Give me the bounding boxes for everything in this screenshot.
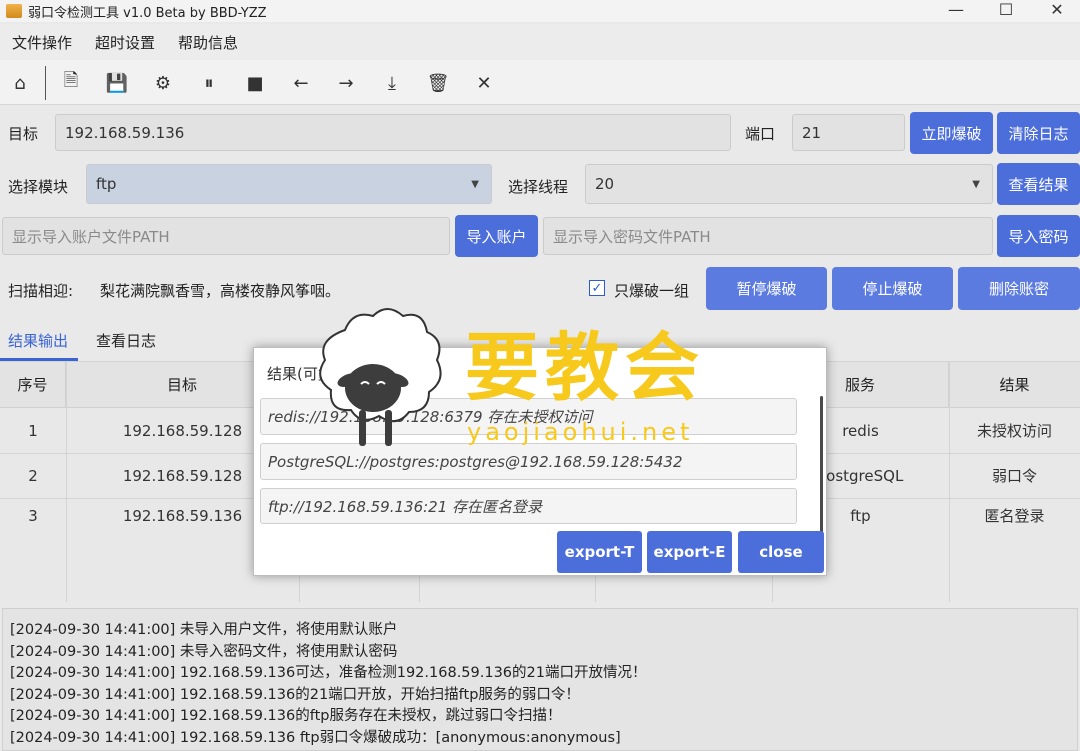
password-file-path-input[interactable]: 显示导入密码文件PATH bbox=[543, 217, 993, 255]
column-header-index: 序号 bbox=[0, 362, 66, 408]
target-input[interactable]: 192.168.59.136 bbox=[55, 114, 731, 151]
chevron-down-icon: ▼ bbox=[972, 178, 980, 190]
module-select-value: ftp bbox=[96, 175, 117, 193]
welcome-label: 扫描相迎: bbox=[8, 282, 74, 300]
pause-icon[interactable]: ⏸ bbox=[194, 68, 224, 98]
window-title: 弱口令检测工具 v1.0 Beta by BBD-YZZ bbox=[28, 5, 267, 21]
maximize-button[interactable]: ☐ bbox=[983, 0, 1029, 22]
table-cell-result: 弱口令 bbox=[991, 467, 1037, 485]
dialog-scrollbar[interactable] bbox=[820, 396, 823, 536]
title-bar: 弱口令检测工具 v1.0 Beta by BBD-YZZ — ☐ ✕ bbox=[0, 0, 1080, 22]
download-icon[interactable]: ⤓ bbox=[377, 68, 407, 98]
table-cell-index: 1 bbox=[28, 421, 38, 440]
toolbar: ⌂ 🗎 💾 ⚙ ⏸ ■ ← → ⤓ 🗑 ✕ bbox=[0, 60, 1080, 105]
result-item[interactable]: ftp://192.168.59.136:21 存在匿名登录 bbox=[260, 488, 797, 524]
thread-label: 选择线程 bbox=[508, 178, 569, 196]
import-user-button[interactable]: 导入账户 bbox=[455, 215, 538, 257]
port-input[interactable]: 21 bbox=[792, 114, 905, 151]
window-close-button[interactable]: ✕ bbox=[1034, 0, 1080, 22]
menu-help[interactable]: 帮助信息 bbox=[178, 32, 238, 53]
only-one-group-checkbox[interactable]: ✓ bbox=[589, 280, 605, 296]
save-icon[interactable]: 💾 bbox=[102, 68, 132, 98]
target-row: 目标 192.168.59.136 端口 21 立即爆破 清除日志 bbox=[0, 106, 1080, 158]
port-label: 端口 bbox=[745, 125, 776, 143]
home-icon[interactable]: ⌂ bbox=[5, 68, 35, 98]
log-line: [2024-09-30 14:41:00] 未导入密码文件，将使用默认密码 bbox=[10, 643, 398, 660]
log-line: [2024-09-30 14:41:00] 192.168.59.136 ftp… bbox=[10, 729, 621, 746]
log-line: [2024-09-30 14:41:00] 未导入用户文件，将使用默认账户 bbox=[10, 622, 398, 638]
menu-bar: 文件操作 超时设置 帮助信息 bbox=[0, 24, 1080, 60]
menu-file[interactable]: 文件操作 bbox=[12, 32, 72, 53]
menu-timeout[interactable]: 超时设置 bbox=[95, 32, 155, 53]
thread-select[interactable]: 20 ▼ bbox=[585, 164, 993, 204]
tab-result-output[interactable]: 结果输出 bbox=[8, 330, 68, 351]
delete-account-button[interactable]: 删除账密 bbox=[958, 267, 1080, 310]
table-cell-result: 未授权访问 bbox=[976, 422, 1052, 440]
poem-text: 梨花满院飘香雪，高楼夜静风筝咽。 bbox=[100, 282, 341, 300]
app-icon bbox=[6, 4, 22, 18]
tab-view-log[interactable]: 查看日志 bbox=[96, 330, 156, 351]
table-cell-index: 3 bbox=[28, 506, 38, 525]
import-row: 显示导入账户文件PATH 导入账户 显示导入密码文件PATH 导入密码 bbox=[0, 210, 1080, 262]
module-row: 选择模块 ftp ▼ 选择线程 20 ▼ 查看结果 bbox=[0, 158, 1080, 210]
chevron-down-icon: ▼ bbox=[471, 178, 479, 190]
target-label: 目标 bbox=[8, 125, 39, 143]
module-label: 选择模块 bbox=[8, 178, 69, 196]
result-item[interactable]: PostgreSQL://postgres:postgres@192.168.5… bbox=[260, 443, 797, 480]
result-item[interactable]: redis://192.168.59.128:6379 存在未授权访问 bbox=[260, 398, 797, 435]
file-icon[interactable]: 🗎 bbox=[56, 68, 86, 98]
user-file-path-input[interactable]: 显示导入账户文件PATH bbox=[2, 217, 450, 255]
table-cell-index: 2 bbox=[28, 466, 38, 485]
arrow-right-icon[interactable]: → bbox=[331, 68, 361, 98]
import-password-button[interactable]: 导入密码 bbox=[997, 215, 1080, 257]
pause-attack-button[interactable]: 暂停爆破 bbox=[706, 267, 827, 310]
stop-icon[interactable]: ■ bbox=[240, 68, 270, 98]
module-select[interactable]: ftp ▼ bbox=[86, 164, 492, 204]
log-line: [2024-09-30 14:41:00] 192.168.59.136可达，准… bbox=[10, 665, 647, 682]
clear-log-button[interactable]: 清除日志 bbox=[997, 112, 1080, 154]
column-header-result: 结果 bbox=[949, 362, 1080, 408]
attack-now-button[interactable]: 立即爆破 bbox=[910, 112, 993, 154]
gear-icon[interactable]: ⚙ bbox=[148, 68, 178, 98]
toolbar-separator bbox=[45, 66, 46, 100]
dialog-title: 结果(可复制) bbox=[267, 365, 354, 383]
log-line: [2024-09-30 14:41:00] 192.168.59.136的ftp… bbox=[10, 708, 562, 725]
thread-select-value: 20 bbox=[595, 175, 615, 193]
view-result-button[interactable]: 查看结果 bbox=[997, 163, 1080, 205]
result-dialog: 结果(可复制) redis://192.168.59.128:6379 存在未授… bbox=[253, 347, 827, 576]
trash-icon[interactable]: 🗑 bbox=[423, 68, 453, 98]
minimize-button[interactable]: — bbox=[933, 0, 979, 22]
log-output[interactable]: [2024-09-30 14:41:00] 未导入用户文件，将使用默认账户 [2… bbox=[2, 608, 1078, 751]
arrow-left-icon[interactable]: ← bbox=[286, 68, 316, 98]
stop-attack-button[interactable]: 停止爆破 bbox=[832, 267, 953, 310]
dialog-close-button[interactable]: close bbox=[738, 531, 824, 573]
close-icon[interactable]: ✕ bbox=[469, 68, 499, 98]
table-cell-result: 匿名登录 bbox=[984, 507, 1045, 525]
scan-row: 扫描相迎: 梨花满院飘香雪，高楼夜静风筝咽。 ✓ 只爆破一组 暂停爆破 停止爆破… bbox=[0, 263, 1080, 319]
log-line: [2024-09-30 14:41:00] 192.168.59.136的21端… bbox=[10, 686, 580, 703]
export-e-button[interactable]: export-E bbox=[647, 531, 732, 573]
export-t-button[interactable]: export-T bbox=[557, 531, 642, 573]
only-one-group-label: 只爆破一组 bbox=[614, 282, 690, 300]
